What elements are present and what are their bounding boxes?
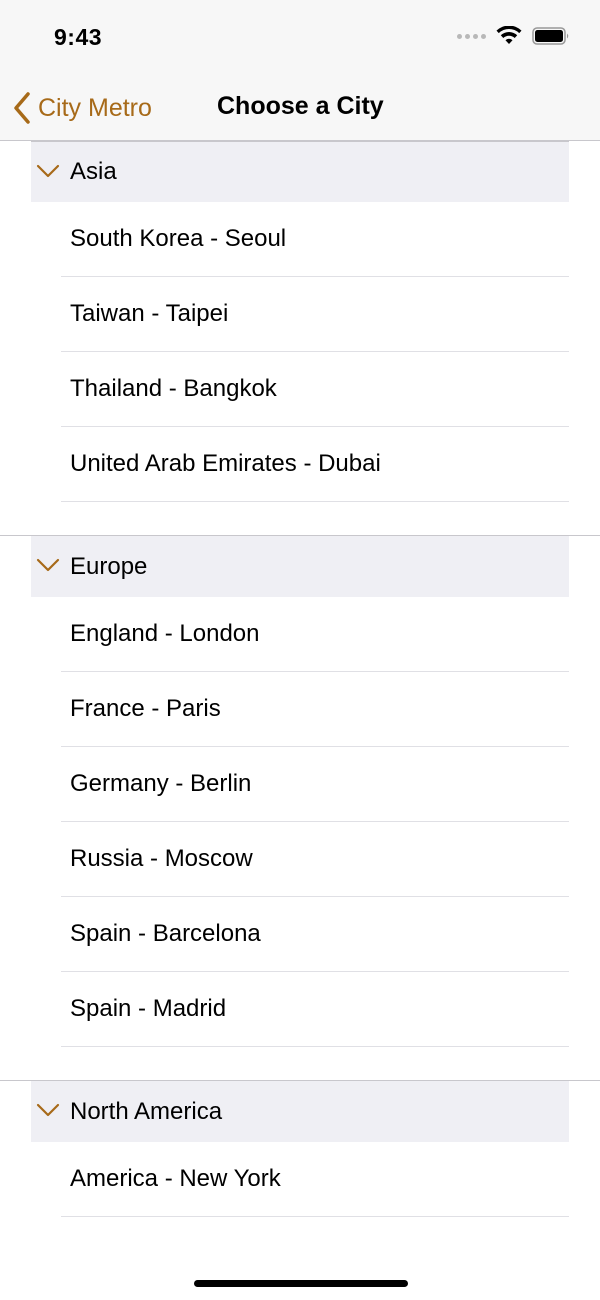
list-item[interactable]: America - New York (61, 1142, 569, 1217)
section-separator (0, 502, 600, 536)
city-label: America - New York (70, 1165, 281, 1192)
city-label: Germany - Berlin (70, 770, 252, 797)
wifi-icon (496, 26, 522, 44)
section-title: North America (70, 1097, 223, 1125)
status-icons (457, 26, 570, 46)
section-header-europe[interactable]: Europe (31, 536, 569, 597)
status-time: 9:43 (54, 24, 103, 50)
section-header-asia[interactable]: Asia (31, 141, 569, 202)
section-title: Asia (70, 158, 117, 185)
back-button[interactable]: City Metro (12, 88, 152, 128)
city-label: Taiwan - Taipei (70, 300, 229, 327)
section-separator (0, 1047, 600, 1081)
city-list[interactable]: Asia South Korea - Seoul Taiwan - Taipei… (0, 141, 600, 1217)
city-label: England - London (70, 620, 260, 647)
city-label: Thailand - Bangkok (70, 375, 277, 402)
cellular-signal-icon (457, 33, 486, 39)
list-item[interactable]: Spain - Madrid (61, 972, 569, 1047)
list-item[interactable]: Russia - Moscow (61, 822, 569, 897)
section-header-north-america[interactable]: North America (31, 1081, 569, 1142)
back-label: City Metro (38, 93, 152, 122)
home-indicator[interactable] (194, 1280, 408, 1287)
chevron-left-icon (14, 92, 30, 124)
list-item[interactable]: United Arab Emirates - Dubai (61, 427, 569, 502)
chevron-down-icon (36, 1103, 60, 1117)
status-bar: 9:43 (0, 0, 600, 80)
page-title: Choose a City (217, 92, 384, 120)
city-label: France - Paris (70, 695, 221, 722)
list-item[interactable]: England - London (61, 597, 569, 672)
list-item[interactable]: France - Paris (61, 672, 569, 747)
battery-icon (532, 27, 569, 45)
list-item[interactable]: Taiwan - Taipei (61, 277, 569, 352)
city-label: Spain - Madrid (70, 995, 227, 1022)
chevron-down-icon (36, 558, 60, 572)
list-item[interactable]: Thailand - Bangkok (61, 352, 569, 427)
section-title: Europe (70, 552, 148, 580)
city-label: Russia - Moscow (70, 845, 253, 872)
city-label: Spain - Barcelona (70, 920, 261, 947)
list-item[interactable]: Germany - Berlin (61, 747, 569, 822)
list-item[interactable]: Spain - Barcelona (61, 897, 569, 972)
city-label: United Arab Emirates - Dubai (70, 450, 381, 477)
navigation-bar: City Metro Choose a City (0, 80, 600, 141)
list-item[interactable]: South Korea - Seoul (61, 202, 569, 277)
chevron-down-icon (36, 164, 60, 178)
city-label: South Korea - Seoul (70, 225, 287, 252)
